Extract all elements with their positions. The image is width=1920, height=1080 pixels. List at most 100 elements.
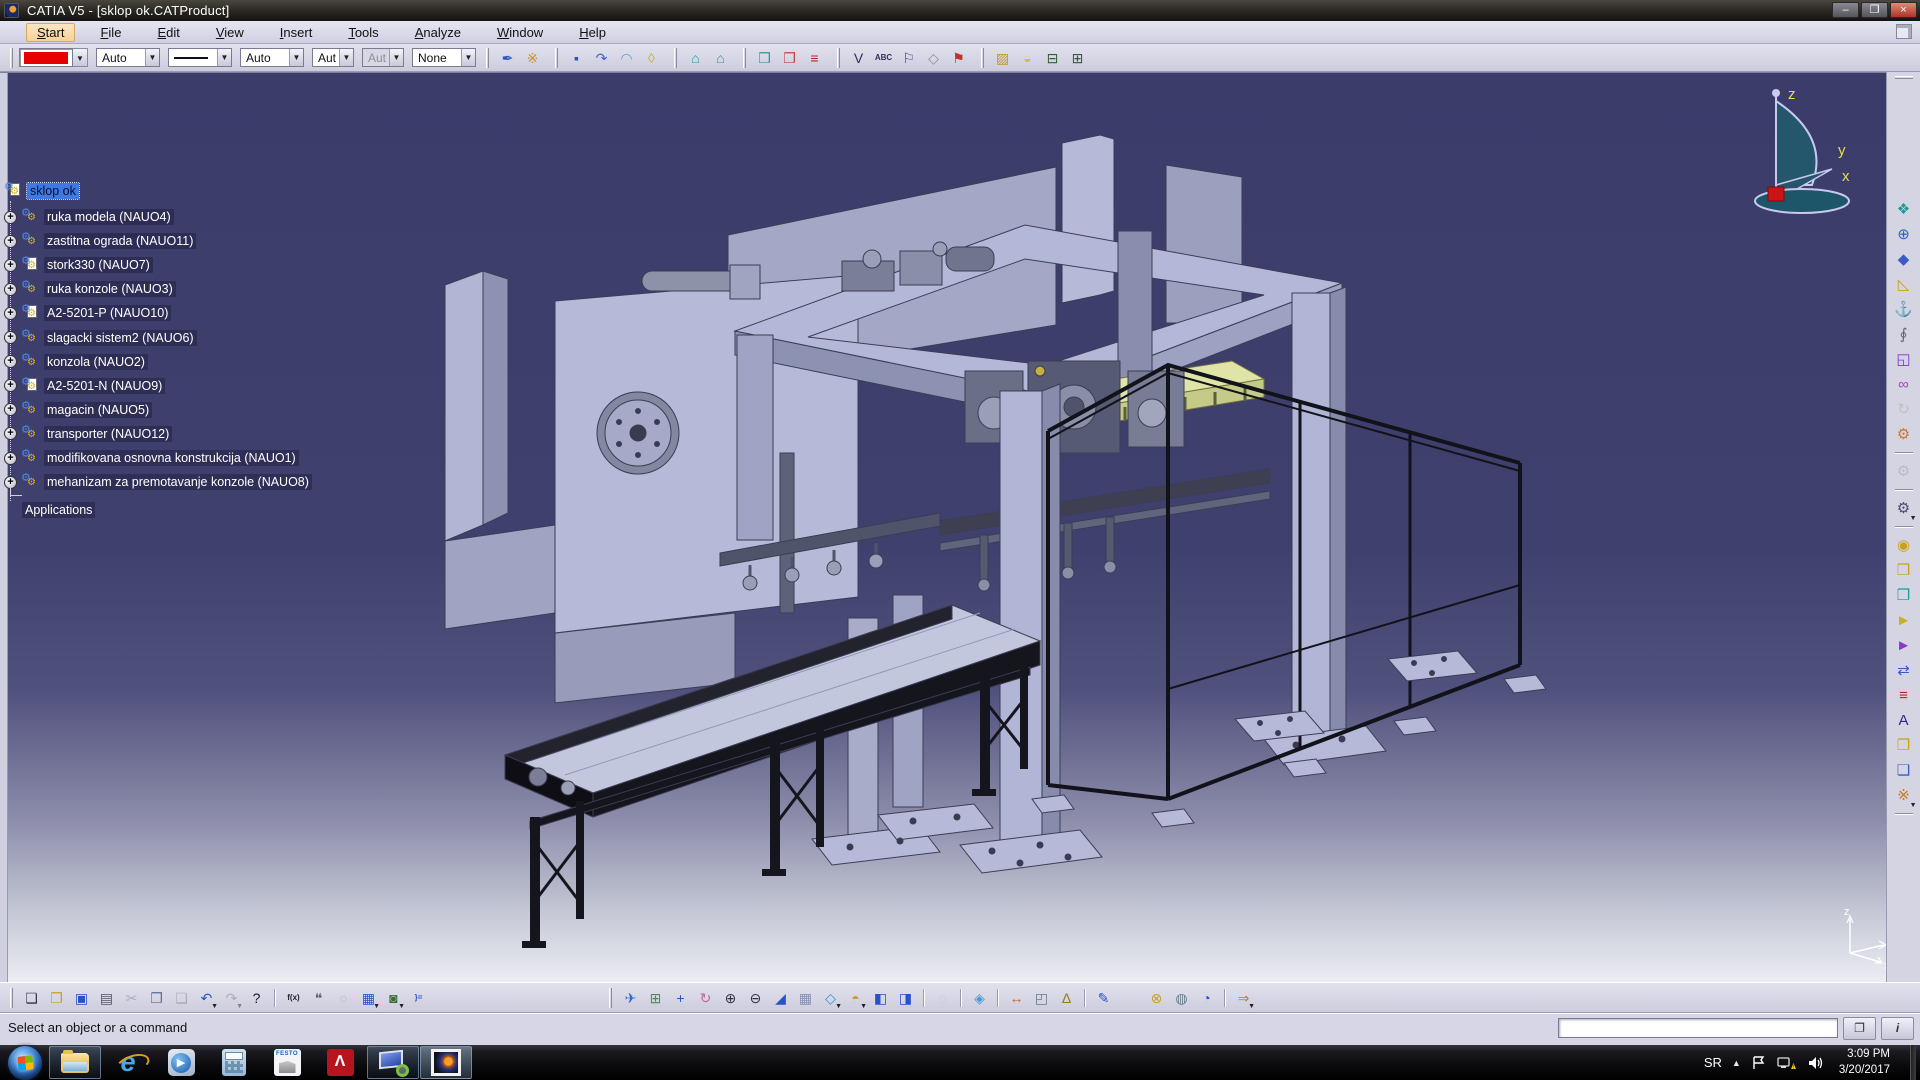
multi-view-icon[interactable]: ▦ — [794, 986, 817, 1009]
stamp-icon[interactable]: ⚑ — [947, 46, 970, 69]
tree-expander-icon[interactable]: + — [4, 403, 17, 416]
action-center-flag-icon[interactable] — [1751, 1055, 1767, 1071]
menu-item-insert[interactable]: Insert — [269, 23, 324, 42]
menu-item-file[interactable]: File — [89, 23, 132, 42]
plane-icon[interactable]: ◊ — [640, 46, 663, 69]
generate-numbering-icon[interactable]: A — [1891, 708, 1917, 733]
tree-node[interactable]: +⚙⚙ruka modela (NAUO4) — [4, 207, 174, 227]
remote-desktop-taskbar-icon[interactable] — [367, 1046, 419, 1079]
select-arrow-icon[interactable]: ▼ — [461, 49, 475, 66]
menu-item-view[interactable]: View — [205, 23, 255, 42]
graphic-properties-select-3[interactable]: Aut▼ — [312, 48, 354, 67]
tree-expander-icon[interactable]: + — [4, 427, 17, 440]
new-product-icon[interactable]: ❒ — [1891, 583, 1917, 608]
multi-instantiation-icon[interactable]: ※▼ — [1891, 783, 1917, 808]
manipulation-icon[interactable]: ◆ — [1891, 247, 1917, 272]
constraints-palette-icon[interactable]: ⇒▼ — [1232, 986, 1255, 1009]
tree-expander-icon[interactable]: + — [4, 452, 17, 465]
tree-node-label[interactable]: mehanizam za premotavanje konzole (NAUO8… — [44, 474, 312, 490]
dropdown-arrow-icon[interactable]: ▼ — [1910, 802, 1917, 809]
formula-icon[interactable]: f(x) — [282, 986, 305, 1009]
tree-structure-icon[interactable]: ⊟ — [1041, 46, 1064, 69]
render-style-icon[interactable]: ◓▼ — [844, 986, 867, 1009]
view-mode-outline-icon[interactable]: ◧ — [869, 986, 892, 1009]
child-window-icon[interactable] — [1896, 24, 1912, 39]
painter-icon[interactable]: ✒ — [496, 46, 519, 69]
selective-load-icon[interactable]: ❐ — [1891, 733, 1917, 758]
save-icon[interactable]: ▣ — [70, 986, 93, 1009]
adobe-reader-taskbar-icon[interactable]: Λ — [314, 1046, 366, 1079]
highlight-icon[interactable]: ◒ — [1016, 46, 1039, 69]
catalog-house-alt-icon[interactable]: ⌂ — [709, 46, 732, 69]
workbench-tools-icon[interactable]: ▨ — [991, 46, 1014, 69]
tree-expander-icon[interactable]: + — [4, 211, 17, 224]
dropdown-arrow-icon[interactable]: ▼ — [860, 1003, 867, 1010]
tree-node[interactable]: +⚙⚙mehanizam za premotavanje konzole (NA… — [4, 472, 312, 492]
design-table-icon[interactable]: ▦▼ — [357, 986, 380, 1009]
iso-view-icon[interactable]: ◇▼ — [819, 986, 842, 1009]
paperclip-coincidence-icon[interactable]: ∮ — [1891, 322, 1917, 347]
toolbar-grip[interactable] — [1895, 76, 1913, 79]
catalog-house-icon[interactable]: ⌂ — [684, 46, 707, 69]
toolbar-handle[interactable] — [486, 48, 489, 68]
paste-icon[interactable]: ❑ — [170, 986, 193, 1009]
applications-label[interactable]: Applications — [22, 502, 95, 518]
tree-expander-icon[interactable]: + — [4, 283, 17, 296]
fill-color-swatch[interactable] — [19, 48, 73, 67]
tree-node[interactable]: +⚙⚙magacin (NAUO5) — [4, 400, 152, 420]
manage-representations-icon[interactable]: ❏ — [1891, 758, 1917, 783]
tree-node[interactable]: +⚙⚙modifikovana osnovna konstrukcija (NA… — [4, 448, 299, 468]
tree-expander-icon[interactable]: + — [4, 379, 17, 392]
snap-ruler-icon[interactable]: ◺ — [1891, 272, 1917, 297]
insert-component-icon[interactable]: ❖ — [1891, 197, 1917, 222]
zoom-out-icon[interactable]: ⊖ — [744, 986, 767, 1009]
tree-node-label[interactable]: magacin (NAUO5) — [44, 402, 152, 418]
menu-item-edit[interactable]: Edit — [146, 23, 190, 42]
graphic-properties-select-4[interactable]: Aut▼ — [362, 48, 404, 67]
point-icon[interactable]: ▪ — [565, 46, 588, 69]
tree-node-label[interactable]: ruka konzole (NAUO3) — [44, 281, 176, 297]
tree-root-node[interactable]: ⚙⚙sklop ok — [4, 181, 79, 201]
calculator-taskbar-icon[interactable] — [208, 1046, 260, 1079]
tree-expander-icon[interactable]: + — [4, 355, 17, 368]
new-document-icon[interactable]: ❏ — [20, 986, 43, 1009]
menu-item-window[interactable]: Window — [486, 23, 554, 42]
menu-item-help[interactable]: Help — [568, 23, 617, 42]
tree-node-label[interactable]: ruka modela (NAUO4) — [44, 209, 174, 225]
tree-root-label[interactable]: sklop ok — [27, 183, 79, 199]
chain-link-icon[interactable]: ∞ — [1891, 372, 1917, 397]
graphic-properties-select-2[interactable]: Auto▼ — [240, 48, 304, 67]
compass-disabled-icon[interactable]: ◌ — [931, 986, 954, 1009]
text-check-abc-icon[interactable]: ABC — [872, 46, 895, 69]
relations-icon[interactable]: }= — [407, 986, 430, 1009]
menu-item-start[interactable]: Start — [26, 23, 75, 42]
tree-expander-icon[interactable]: + — [4, 307, 17, 320]
measure-item-icon[interactable]: ◰ — [1030, 986, 1053, 1009]
tree-expander-icon[interactable]: + — [4, 331, 17, 344]
tree-node-label[interactable]: stork330 (NAUO7) — [44, 257, 153, 273]
toolbar-handle[interactable] — [743, 48, 746, 68]
network-warning-icon[interactable]: ! — [1777, 1055, 1797, 1071]
redo-icon[interactable]: ↷▼ — [220, 986, 243, 1009]
spline-icon[interactable]: ↷ — [590, 46, 613, 69]
speaker-icon[interactable] — [1807, 1055, 1825, 1071]
dropdown-arrow-icon[interactable]: ▼ — [373, 1003, 380, 1010]
tree-node[interactable]: +⚙⚙A2-5201-N (NAUO9) — [4, 376, 165, 396]
annotation-icon[interactable]: ✎ — [1092, 986, 1115, 1009]
copy-icon[interactable]: ❐ — [145, 986, 168, 1009]
comment-icon[interactable]: ❝ — [307, 986, 330, 1009]
dropdown-arrow-icon[interactable]: ▼ — [236, 1003, 243, 1010]
view-compass[interactable]: z y x — [1750, 81, 1875, 216]
tree-node-label[interactable]: zastitna ograda (NAUO11) — [44, 233, 196, 249]
catia-taskbar-icon[interactable] — [420, 1046, 472, 1079]
doc-info-button[interactable]: i — [1881, 1017, 1914, 1040]
new-component-icon[interactable]: ◉ — [1891, 533, 1917, 558]
check-dimensions-icon[interactable]: V — [847, 46, 870, 69]
tree-expander-icon[interactable]: + — [4, 235, 17, 248]
fill-color-dropdown-arrow[interactable]: ▼ — [73, 48, 88, 67]
tree-node[interactable]: +⚙⚙konzola (NAUO2) — [4, 352, 148, 372]
fit-all-in-icon[interactable]: ⊞ — [644, 986, 667, 1009]
select-arrow-icon[interactable]: ▼ — [289, 49, 303, 66]
update-assembly-icon[interactable]: ↻ — [1891, 397, 1917, 422]
print-icon[interactable]: ▤ — [95, 986, 118, 1009]
